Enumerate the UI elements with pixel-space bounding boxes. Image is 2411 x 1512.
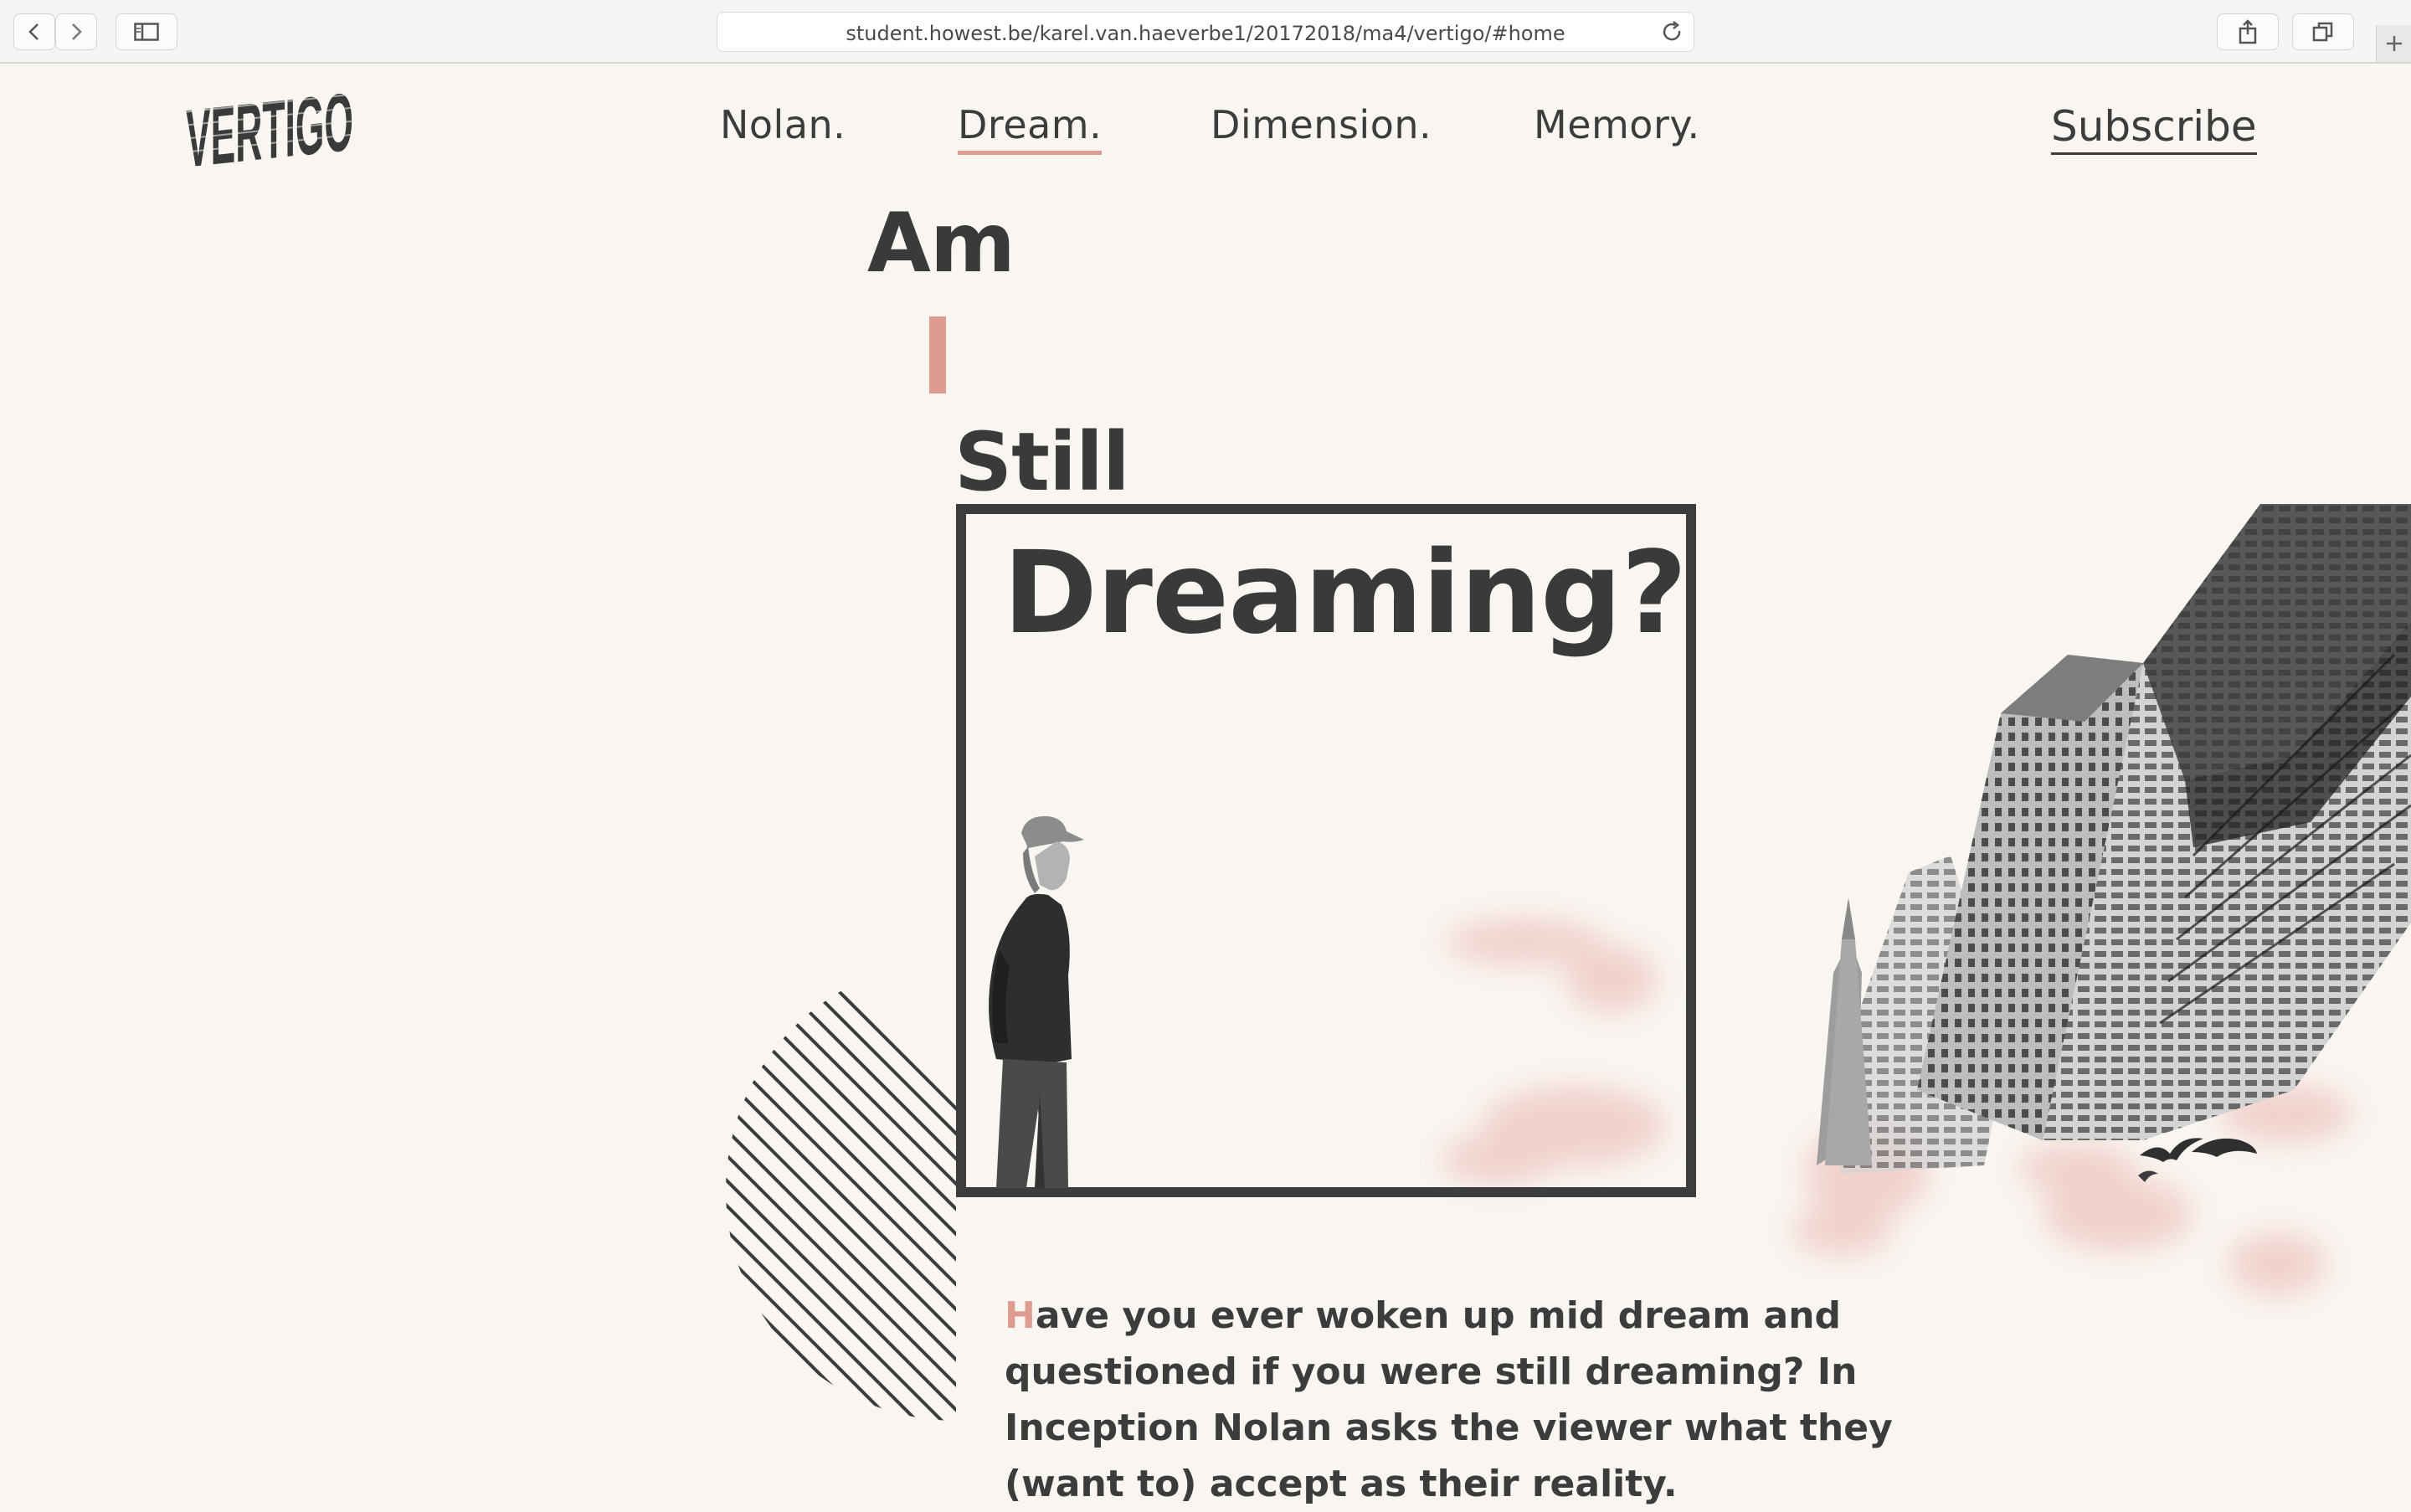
striped-circle-decoration xyxy=(726,960,956,1421)
intro-paragraph: Have you ever woken up mid dream and que… xyxy=(1005,1288,2009,1512)
intro-drop-initial: H xyxy=(1005,1294,1036,1337)
birds-illustration xyxy=(2138,1138,2257,1182)
intro-text: ave you ever woken up mid dream and ques… xyxy=(1005,1294,1893,1505)
hero-word-i-bar: I xyxy=(929,316,946,393)
upside-down-city-photo xyxy=(1817,504,2411,1174)
old-man-photo xyxy=(989,815,1084,1188)
hero-word-am: Am xyxy=(867,196,1015,291)
hero-word-dreaming: Dreaming? xyxy=(1003,527,1687,660)
hero-word-still: Still xyxy=(954,415,1130,509)
